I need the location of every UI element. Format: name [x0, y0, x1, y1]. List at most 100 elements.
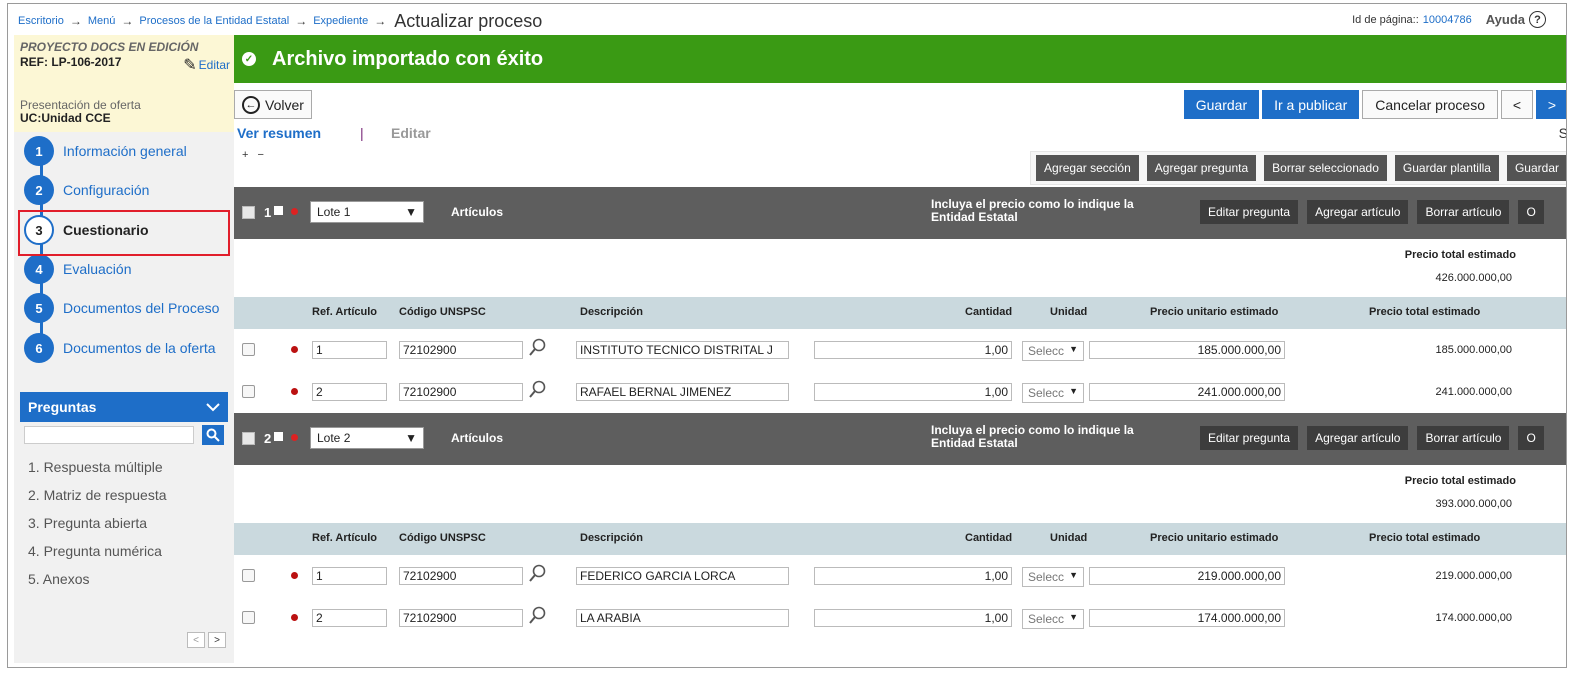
guardar-plantilla-button[interactable]: Guardar plantilla	[1394, 155, 1499, 181]
borrar-seleccionado-button[interactable]: Borrar seleccionado	[1264, 155, 1387, 181]
pregunta-item[interactable]: 1. Respuesta múltiple	[28, 453, 234, 481]
unidad-select[interactable]: Selecc ▼	[1022, 383, 1084, 403]
cancelar-proceso-button[interactable]: Cancelar proceso	[1362, 90, 1498, 119]
main-content: ✓ Archivo importado con éxito ← Volver G…	[234, 35, 1566, 667]
breadcrumb-procesos[interactable]: Procesos de la Entidad Estatal	[139, 15, 289, 27]
col-unidad: Unidad	[1050, 532, 1088, 544]
precio-unitario-input[interactable]: 219.000.000,00	[1089, 567, 1285, 585]
tab-ver-resumen[interactable]: Ver resumen	[237, 125, 321, 141]
descripcion-input[interactable]: LA ARABIA	[576, 609, 789, 627]
tab-editar[interactable]: Editar	[391, 125, 431, 141]
project-edit-link[interactable]: ✎ Editar	[183, 55, 230, 75]
more-button[interactable]: O	[1518, 426, 1544, 450]
preguntas-next-button[interactable]: >	[208, 632, 226, 648]
row-checkbox[interactable]	[242, 569, 255, 582]
breadcrumb-expediente[interactable]: Expediente	[313, 15, 368, 27]
descripcion-input[interactable]: INSTITUTO TECNICO DISTRITAL J	[576, 341, 789, 359]
agregar-pregunta-button[interactable]: Agregar pregunta	[1146, 155, 1257, 181]
row-checkbox[interactable]	[242, 343, 255, 356]
ref-input[interactable]: 2	[312, 609, 387, 627]
lote-select[interactable]: Lote 1 ▼	[310, 201, 424, 223]
ref-input[interactable]: 2	[312, 383, 387, 401]
unidad-select[interactable]: Selecc ▼	[1022, 341, 1084, 361]
borrar-articulo-button[interactable]: Borrar artículo	[1417, 200, 1510, 224]
pregunta-item[interactable]: 5. Anexos	[28, 565, 234, 593]
descripcion-input[interactable]: FEDERICO GARCIA LORCA	[576, 567, 789, 585]
precio-unitario-input[interactable]: 241.000.000,00	[1089, 383, 1285, 401]
col-ref: Ref. Artículo	[312, 306, 377, 318]
lote-checkbox[interactable]	[242, 432, 255, 445]
pregunta-item[interactable]: 2. Matriz de respuesta	[28, 481, 234, 509]
lote-checkbox[interactable]	[242, 206, 255, 219]
preguntas-title: Preguntas	[28, 399, 97, 415]
unspsc-input[interactable]: 72102900	[399, 383, 523, 401]
cantidad-input[interactable]: 1,00	[814, 609, 1012, 627]
col-unidad: Unidad	[1050, 306, 1088, 318]
search-icon[interactable]	[528, 380, 546, 400]
collapse-icon[interactable]	[274, 206, 283, 215]
step-evaluacion[interactable]: 4 Evaluación	[24, 254, 132, 284]
breadcrumb-menu[interactable]: Menú	[88, 15, 116, 27]
view-tabs: Ver resumen | Editar S	[234, 123, 1566, 147]
unidad-select[interactable]: Selecc ▼	[1022, 609, 1084, 629]
precio-unitario-input[interactable]: 185.000.000,00	[1089, 341, 1285, 359]
lote-select[interactable]: Lote 2 ▼	[310, 427, 424, 449]
preguntas-header[interactable]: Preguntas	[20, 392, 228, 422]
lote-total-value: 426.000.000,00	[1435, 272, 1512, 284]
help-icon[interactable]: ?	[1529, 11, 1546, 28]
descripcion-input[interactable]: RAFAEL BERNAL JIMENEZ	[576, 383, 789, 401]
caret-down-icon: ▼	[405, 431, 417, 445]
ir-a-publicar-button[interactable]: Ir a publicar	[1262, 90, 1360, 119]
prev-button[interactable]: <	[1501, 90, 1533, 119]
borrar-articulo-button[interactable]: Borrar artículo	[1417, 426, 1510, 450]
ref-input[interactable]: 1	[312, 341, 387, 359]
agregar-articulo-button[interactable]: Agregar artículo	[1307, 200, 1409, 224]
cantidad-input[interactable]: 1,00	[814, 383, 1012, 401]
guardar-button[interactable]: Guardar	[1183, 90, 1260, 119]
row-checkbox[interactable]	[242, 385, 255, 398]
agregar-seccion-button[interactable]: Agregar sección	[1036, 155, 1139, 181]
search-icon[interactable]	[528, 338, 546, 358]
preguntas-search-input[interactable]	[24, 426, 194, 444]
precio-unitario-input[interactable]: 174.000.000,00	[1089, 609, 1285, 627]
page-id-value[interactable]: 10004786	[1423, 14, 1472, 26]
unspsc-input[interactable]: 72102900	[399, 609, 523, 627]
step-number: 1	[24, 136, 54, 166]
search-icon[interactable]	[202, 425, 224, 445]
step-documentos-oferta[interactable]: 6 Documentos de la oferta	[24, 333, 216, 363]
precio-total-value: 241.000.000,00	[1435, 386, 1512, 398]
unspsc-input[interactable]: 72102900	[399, 567, 523, 585]
col-cantidad: Cantidad	[965, 532, 1013, 544]
step-informacion-general[interactable]: 1 Información general	[24, 136, 187, 166]
pregunta-item[interactable]: 4. Pregunta numérica	[28, 537, 234, 565]
collapse-icon[interactable]	[274, 432, 283, 441]
volver-button[interactable]: ← Volver	[234, 90, 312, 119]
editar-pregunta-button[interactable]: Editar pregunta	[1200, 426, 1299, 450]
precio-total-value: 219.000.000,00	[1435, 570, 1512, 582]
more-button[interactable]: O	[1518, 200, 1544, 224]
row-checkbox[interactable]	[242, 611, 255, 624]
step-number: 2	[24, 175, 54, 205]
search-icon[interactable]	[528, 564, 546, 584]
cantidad-input[interactable]: 1,00	[814, 567, 1012, 585]
search-icon[interactable]	[528, 606, 546, 626]
truncated-label: S	[1559, 125, 1566, 141]
cantidad-input[interactable]: 1,00	[814, 341, 1012, 359]
step-documentos-proceso[interactable]: 5 Documentos del Proceso	[24, 293, 219, 323]
expand-collapse-icon[interactable]: + −	[242, 149, 267, 161]
unidad-select[interactable]: Selecc ▼	[1022, 567, 1084, 587]
step-configuracion[interactable]: 2 Configuración	[24, 175, 149, 205]
pregunta-item[interactable]: 3. Pregunta abierta	[28, 509, 234, 537]
help-link[interactable]: Ayuda	[1486, 12, 1525, 27]
unspsc-input[interactable]: 72102900	[399, 341, 523, 359]
preguntas-prev-button[interactable]: <	[187, 632, 205, 648]
breadcrumb-escritorio[interactable]: Escritorio	[18, 15, 64, 27]
lote-total-label: Precio total estimado	[1404, 475, 1516, 487]
agregar-articulo-button[interactable]: Agregar artículo	[1307, 426, 1409, 450]
step-cuestionario[interactable]: 3 Cuestionario	[24, 215, 149, 245]
guardar-section-button[interactable]: Guardar	[1506, 155, 1566, 181]
step-label: Configuración	[63, 182, 150, 198]
ref-input[interactable]: 1	[312, 567, 387, 585]
next-button[interactable]: >	[1536, 90, 1566, 119]
editar-pregunta-button[interactable]: Editar pregunta	[1200, 200, 1299, 224]
